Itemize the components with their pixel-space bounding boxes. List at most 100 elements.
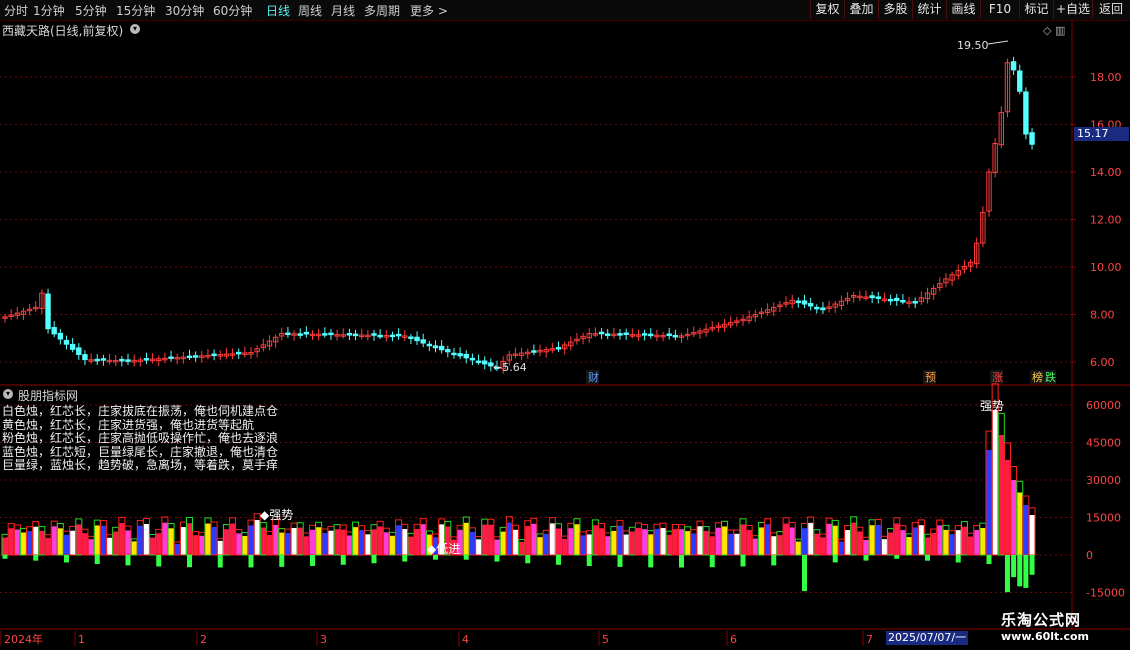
more-periods-menu[interactable]: 更多 > <box>410 2 448 19</box>
period-tab-monthly[interactable]: 月线 <box>331 2 355 19</box>
period-tab-30min[interactable]: 30分钟 <box>165 2 204 19</box>
candle-body <box>463 353 469 359</box>
indicator-bar <box>814 533 820 555</box>
candle-body <box>322 333 328 336</box>
time-axis-label: 4 <box>462 633 469 646</box>
indicator-bar <box>180 527 186 555</box>
indicator-bar <box>937 525 943 555</box>
chevron-down-icon[interactable]: ▾ <box>3 389 13 399</box>
candle-body <box>94 358 100 362</box>
indicator-bar <box>248 525 254 555</box>
indicator-negative-bar <box>1004 555 1010 593</box>
indicator-bar <box>912 527 918 555</box>
indicator-bar <box>328 530 334 555</box>
indicator-axis-label: 30000 <box>1086 474 1121 487</box>
time-axis-label: 2 <box>200 633 207 646</box>
period-tab-weekly[interactable]: 周线 <box>298 2 322 19</box>
indicator-negative-bar <box>340 555 346 565</box>
event-tag: 榜 <box>1032 370 1043 384</box>
indicator-bar <box>211 527 217 555</box>
add-watchlist-button[interactable]: +自选 <box>1053 0 1092 19</box>
indicator-negative-bar <box>894 555 900 559</box>
indicator-negative-bar <box>156 555 162 567</box>
indicator-bar <box>254 520 260 555</box>
candle-body <box>352 333 359 337</box>
signal-label: 强势 <box>980 399 1004 413</box>
statistics-button[interactable]: 统计 <box>912 0 946 19</box>
kline-chart[interactable]: 18.0016.0014.0012.0010.008.006.006000045… <box>0 20 1130 650</box>
candle-body <box>119 358 125 362</box>
period-tab-multi[interactable]: 多周期 <box>364 2 400 19</box>
indicator-bar <box>832 525 838 555</box>
period-tab-intraday[interactable]: 分时 <box>4 2 28 19</box>
back-button[interactable]: 返回 <box>1092 0 1129 19</box>
indicator-bar <box>100 525 106 555</box>
draw-line-button[interactable]: 画线 <box>946 0 980 19</box>
indicator-bar <box>703 530 709 555</box>
indicator-bar <box>974 530 980 555</box>
indicator-negative-bar <box>986 555 992 565</box>
indicator-bar <box>316 527 322 555</box>
indicator-bar <box>980 528 986 555</box>
indicator-bar <box>310 529 315 555</box>
chevron-down-icon[interactable]: ▾ <box>130 24 140 34</box>
indicator-bar <box>14 529 20 555</box>
candle-body <box>389 334 396 338</box>
candle-body <box>76 347 82 355</box>
indicator-bar <box>365 534 371 555</box>
current-date-tag: 2025/07/07/一 <box>886 631 968 645</box>
indicator-bar <box>943 529 949 555</box>
low-price-label: ←5.64 <box>493 361 527 374</box>
indicator-bar <box>230 523 236 555</box>
indicator-bar <box>500 531 506 555</box>
indicator-negative-bar <box>617 555 623 567</box>
indicator-bar <box>592 525 598 555</box>
candle-body <box>1010 61 1017 71</box>
indicator-bar <box>802 528 807 555</box>
indicator-negative-bar <box>33 555 39 561</box>
overlay-button[interactable]: 叠加 <box>844 0 878 19</box>
candle-body <box>814 306 820 310</box>
candle-body <box>605 333 611 336</box>
indicator-bar <box>137 525 143 555</box>
candle-body <box>531 350 537 353</box>
f10-button[interactable]: F10 <box>980 0 1019 19</box>
window-control-icons[interactable]: ◇ ▥ <box>1043 24 1065 37</box>
indicator-axis-label: 60000 <box>1086 399 1121 412</box>
indicator-bar <box>371 529 377 555</box>
adjust-button[interactable]: 复权 <box>810 0 844 19</box>
indicator-bar <box>131 541 137 555</box>
indicator-bar <box>574 524 580 555</box>
legend-line: 粉色烛，红芯长，庄家高抛低吸操作忙，俺也去逐浪 <box>2 431 279 445</box>
candle-body <box>912 301 918 304</box>
indicator-bar <box>666 534 672 555</box>
indicator-bar <box>888 532 894 555</box>
indicator-bar <box>27 531 33 555</box>
indicator-bar <box>297 527 303 555</box>
period-tab-5min[interactable]: 5分钟 <box>75 2 107 19</box>
indicator-bar <box>556 528 561 555</box>
indicator-bar <box>992 410 998 555</box>
period-tab-60min[interactable]: 60分钟 <box>213 2 252 19</box>
multi-stock-button[interactable]: 多股 <box>878 0 912 19</box>
period-tab-15min[interactable]: 15分钟 <box>116 2 155 19</box>
event-tag: 跌 <box>1045 370 1056 384</box>
indicator-negative-bar <box>94 555 100 565</box>
candle-body <box>100 358 107 361</box>
indicator-bar <box>113 531 119 555</box>
indicator-bar <box>869 525 875 555</box>
indicator-bar <box>383 532 389 555</box>
candle-body <box>648 333 654 337</box>
candle-body <box>395 333 402 337</box>
period-tab-1min[interactable]: 1分钟 <box>33 2 65 19</box>
indicator-bar <box>156 533 162 555</box>
candle-body <box>869 295 875 299</box>
candle-body <box>420 339 426 344</box>
candle-body <box>451 352 457 356</box>
indicator-bar <box>174 543 180 555</box>
indicator-bar <box>845 530 851 555</box>
indicator-bar <box>728 533 734 555</box>
mark-button[interactable]: 标记 <box>1019 0 1053 19</box>
period-tab-daily[interactable]: 日线 <box>266 2 290 19</box>
indicator-negative-bar <box>1029 555 1035 575</box>
